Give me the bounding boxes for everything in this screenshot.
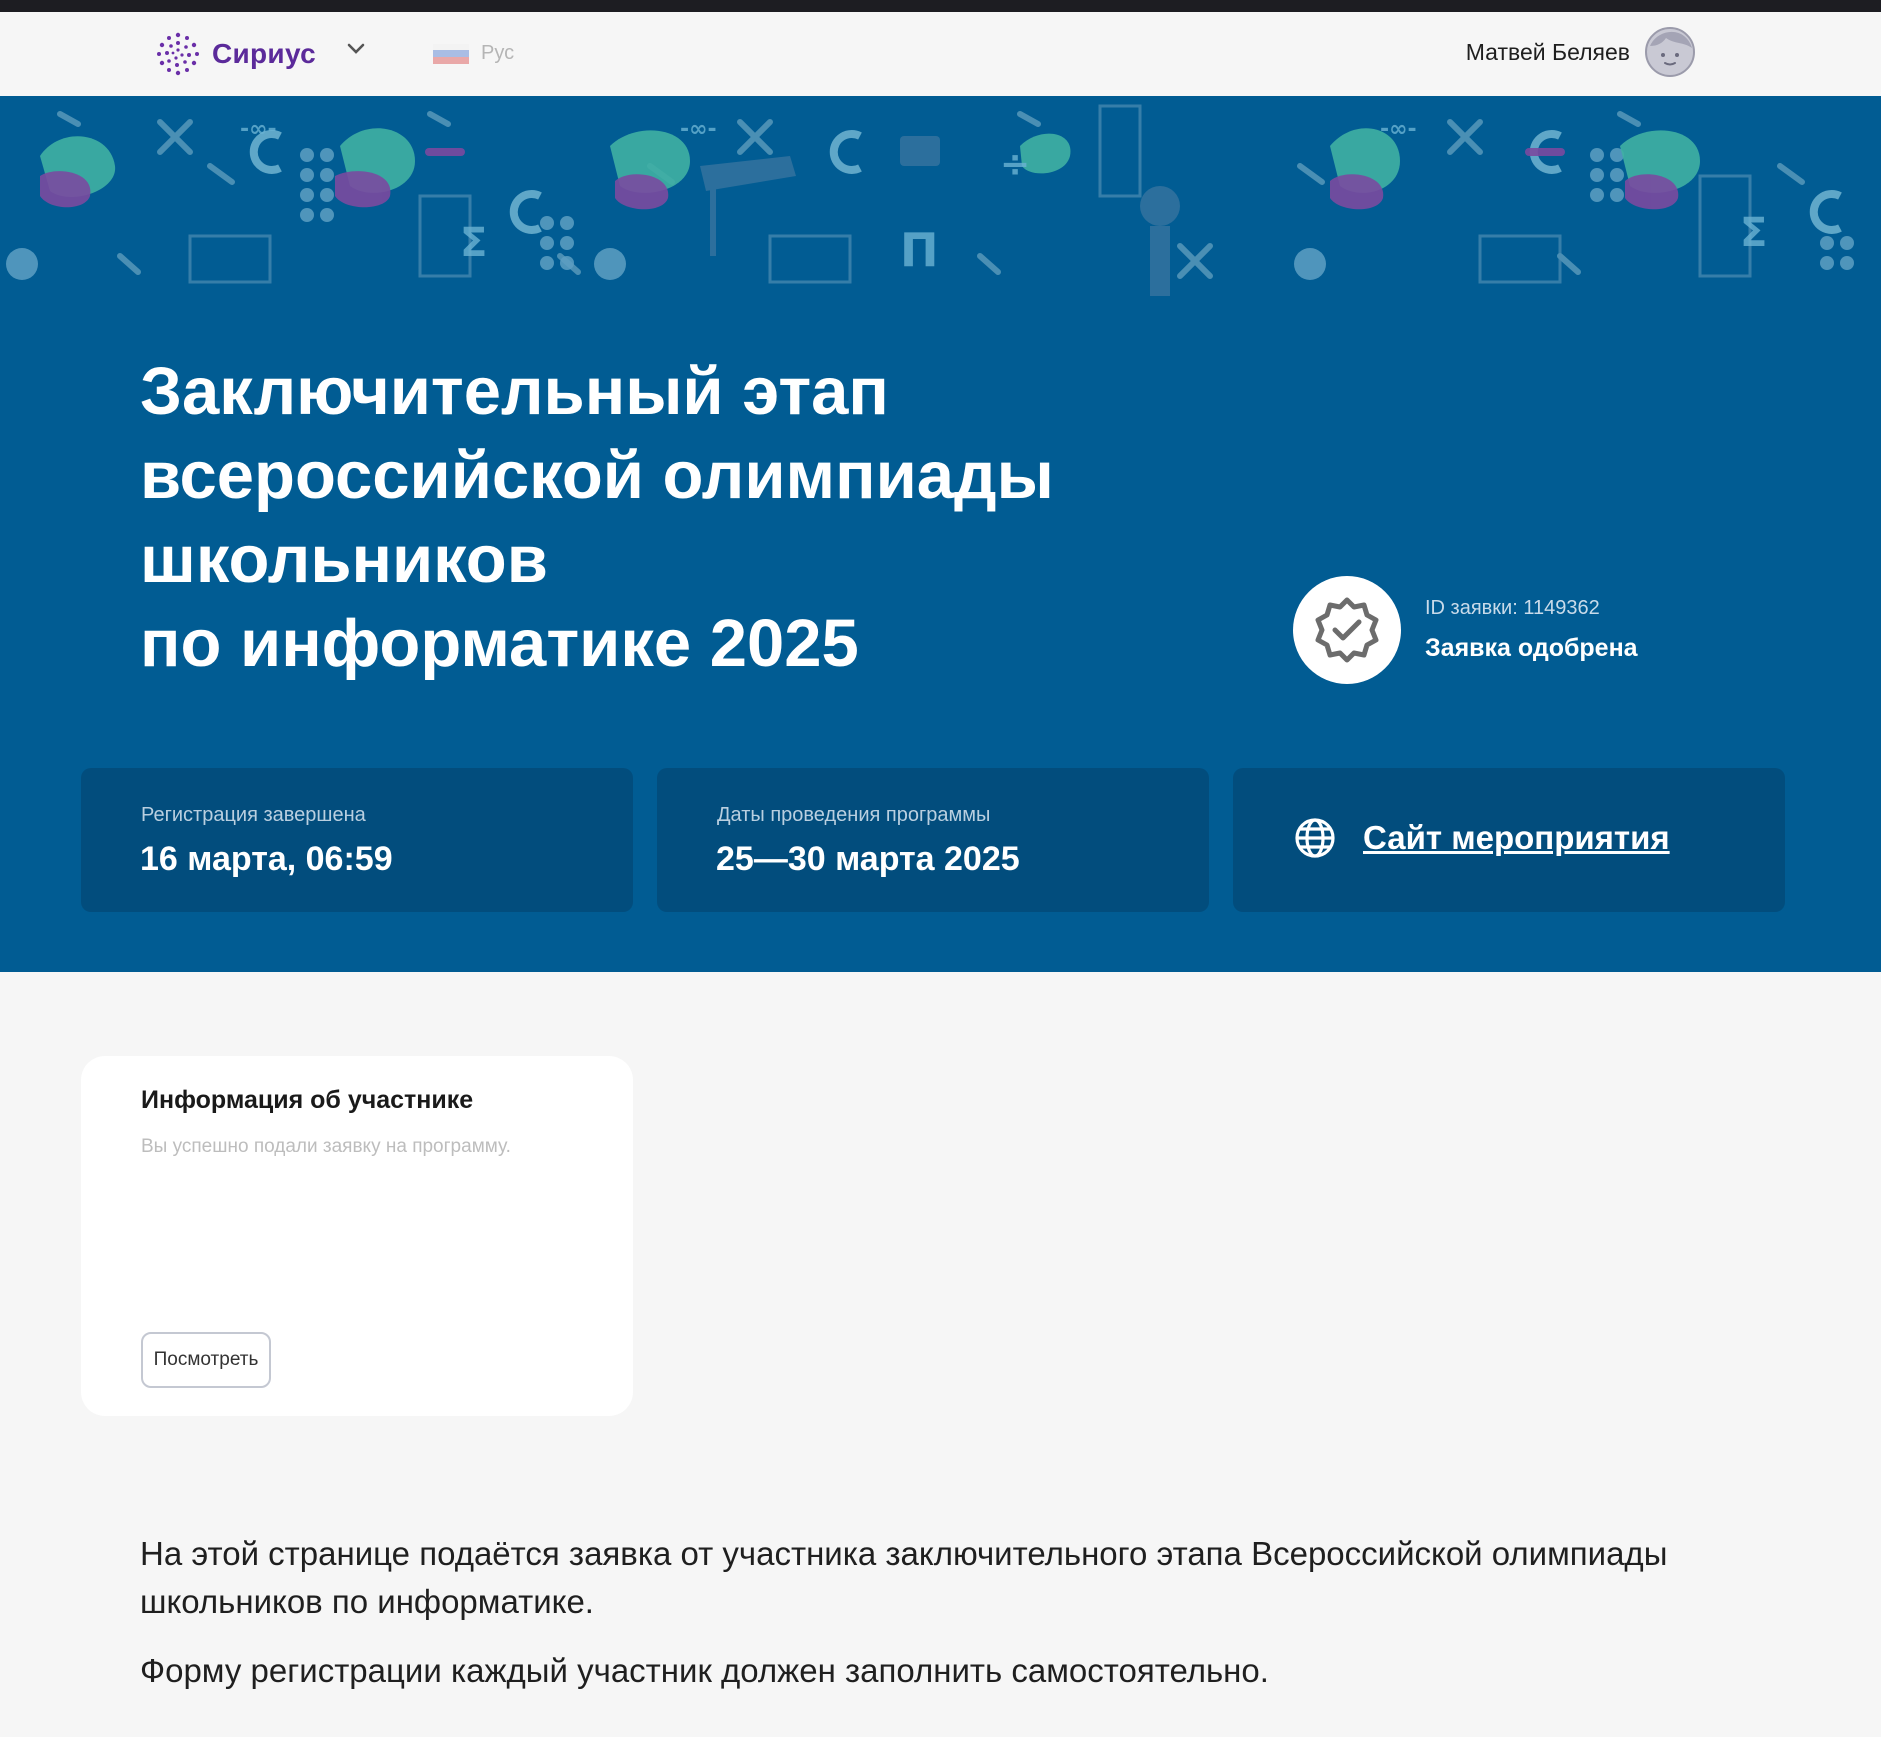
- application-status-label: Заявка одобрена: [1425, 634, 1638, 662]
- page-description: На этой странице подаётся заявка от учас…: [140, 1530, 1700, 1716]
- brand-name: Сириус: [212, 38, 316, 69]
- language-switcher[interactable]: Рус: [433, 42, 514, 65]
- application-status: ID заявки: 1149362 Заявка одобрена: [1293, 576, 1638, 684]
- event-site-label: Сайт мероприятия: [1363, 819, 1670, 856]
- event-title-line: по информатике 2025: [140, 606, 859, 681]
- event-title-line: всероссийской олимпиады: [140, 438, 1054, 513]
- sirius-logo[interactable]: Сириус: [154, 30, 316, 78]
- description-paragraph: Форму регистрации каждый участник должен…: [140, 1652, 1269, 1689]
- description-paragraph: На этой странице подаётся заявка от учас…: [140, 1535, 1668, 1620]
- event-hero: Σ Π Σ ÷ -∞- -∞- -∞- Заключительный этап все…: [0, 96, 1881, 972]
- svg-text:Π: Π: [900, 223, 939, 277]
- verified-badge-icon: [1315, 597, 1379, 663]
- globe-icon: [1295, 818, 1335, 858]
- event-site-link[interactable]: Сайт мероприятия: [1293, 816, 1670, 860]
- site-header: Сириус Рус Матвей Беляев: [0, 12, 1881, 97]
- event-title-line: Заключительный этап: [140, 354, 889, 429]
- hero-decorative-pattern: Σ Π Σ ÷ -∞- -∞- -∞-: [6, 104, 1854, 296]
- application-id: ID заявки: 1149362: [1425, 597, 1600, 619]
- avatar: [1645, 27, 1695, 77]
- dates-label: Даты проведения программы: [717, 804, 991, 826]
- svg-text:-∞-: -∞-: [680, 117, 717, 142]
- event-title: Заключительный этап всероссийской олимпи…: [140, 350, 1100, 686]
- chevron-down-icon[interactable]: [346, 42, 366, 56]
- svg-text:Σ: Σ: [460, 220, 487, 266]
- svg-text:Σ: Σ: [1740, 210, 1767, 256]
- window-top-strip: [0, 0, 1881, 12]
- dates-card: Даты проведения программы 25—30 марта 20…: [657, 768, 1209, 912]
- participant-info-subtitle: Вы успешно подали заявку на программу.: [141, 1136, 511, 1157]
- registration-deadline: 16 марта, 06:59: [140, 840, 393, 878]
- view-button[interactable]: Посмотреть: [141, 1332, 271, 1388]
- registration-label: Регистрация завершена: [141, 804, 366, 826]
- user-name: Матвей Беляев: [1465, 38, 1630, 65]
- user-menu[interactable]: Матвей Беляев: [1466, 26, 1696, 78]
- event-site-card: Сайт мероприятия: [1233, 768, 1785, 912]
- status-badge: [1293, 576, 1401, 684]
- program-dates: 25—30 марта 2025: [716, 840, 1020, 878]
- language-label: Рус: [481, 42, 515, 64]
- participant-info-title: Информация об участнике: [141, 1086, 474, 1114]
- participant-info-card: Информация об участнике Вы успешно подал…: [81, 1056, 633, 1416]
- svg-text:÷: ÷: [1000, 144, 1030, 185]
- svg-text:-∞-: -∞-: [1380, 117, 1417, 142]
- russia-flag-icon: [433, 43, 469, 64]
- sirius-logo-icon: [157, 32, 199, 76]
- registration-card: Регистрация завершена 16 марта, 06:59: [81, 768, 633, 912]
- svg-text:-∞-: -∞-: [240, 117, 277, 142]
- event-title-line: школьников: [140, 522, 548, 597]
